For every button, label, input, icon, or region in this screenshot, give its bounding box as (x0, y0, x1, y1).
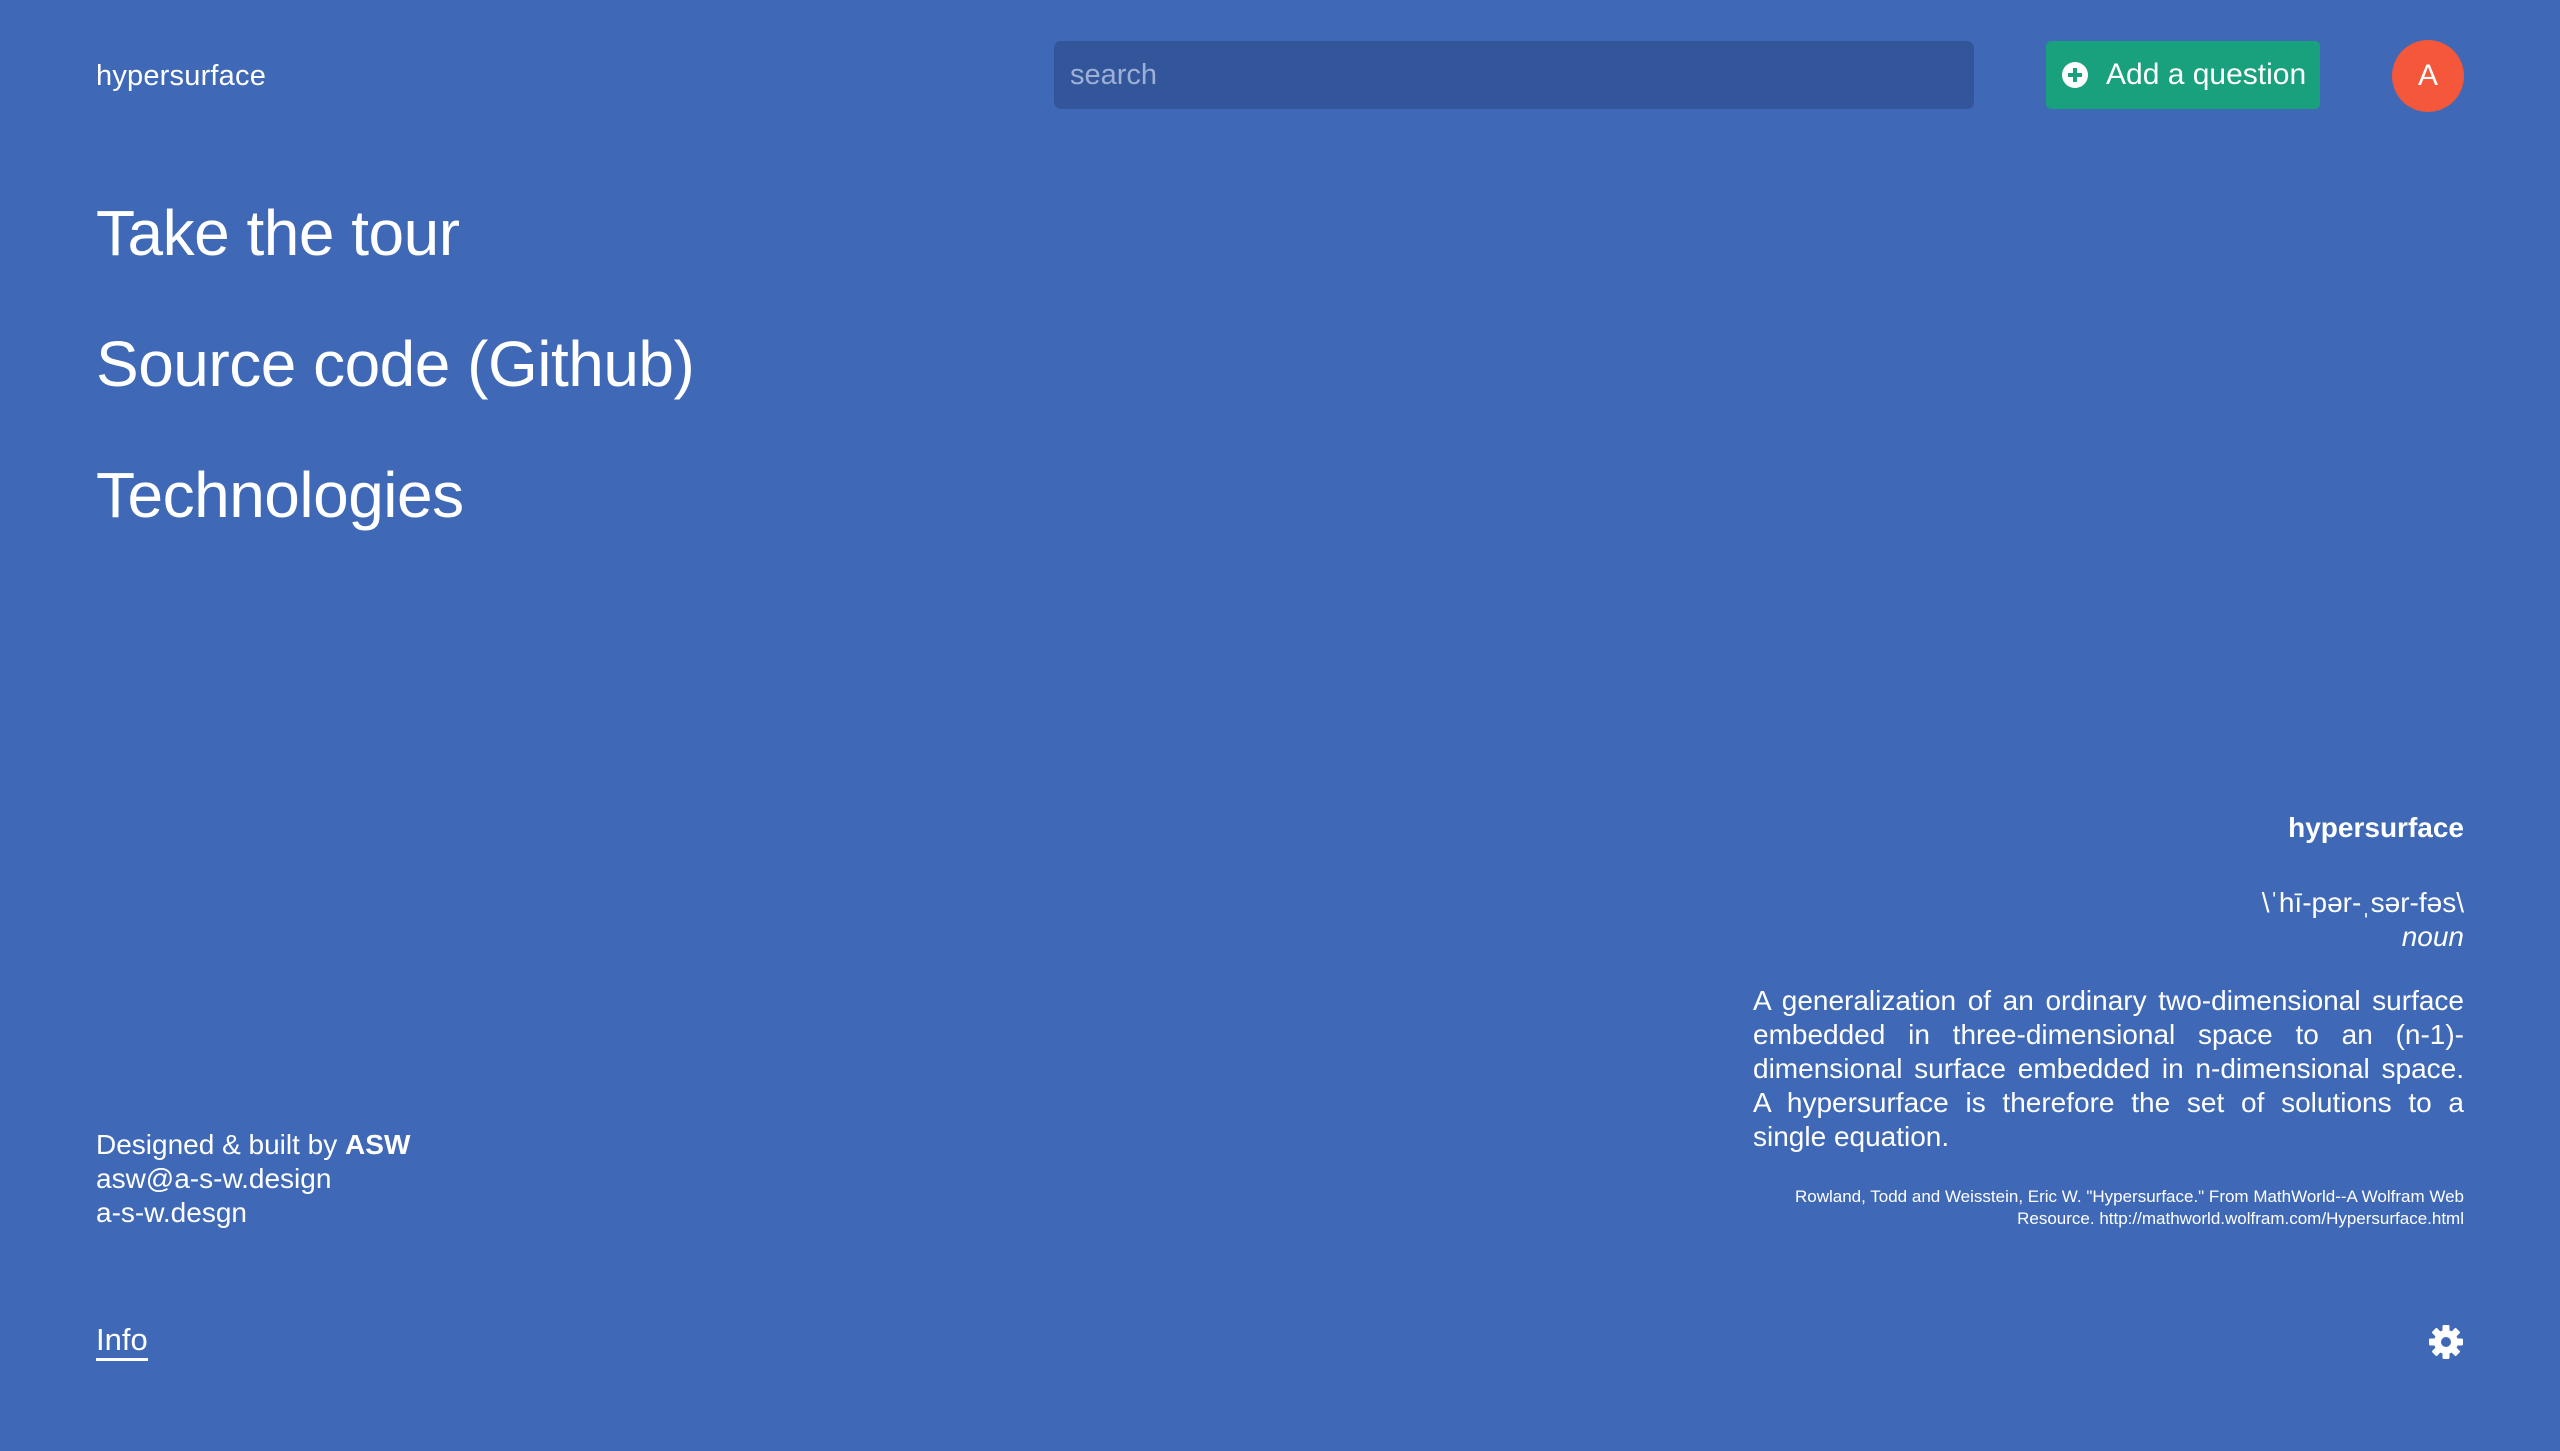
definition-citation: Rowland, Todd and Weisstein, Eric W. "Hy… (1794, 1187, 2464, 1228)
nav-link-technologies[interactable]: Technologies (96, 458, 464, 532)
avatar[interactable]: A (2392, 40, 2464, 112)
credits-prefix: Designed & built by (96, 1129, 346, 1160)
nav-link-source-code[interactable]: Source code (Github) (96, 327, 695, 401)
definition-text: A generalization of an ordinary two-dime… (1753, 985, 2464, 1152)
nav-link-tour[interactable]: Take the tour (96, 196, 460, 270)
credits-name: ASW (345, 1129, 411, 1160)
definition-panel: hypersurface \ˈhī-pər-ˌsər-fəs\ noun A g… (1753, 812, 2464, 1230)
gear-icon (2429, 1325, 2463, 1359)
info-link[interactable]: Info (96, 1322, 148, 1361)
add-question-button[interactable]: Add a question (2046, 41, 2320, 109)
settings-button[interactable] (2428, 1324, 2464, 1360)
search-bar[interactable] (1054, 41, 1974, 109)
credits-site-link[interactable]: a-s-w.desgn (96, 1197, 247, 1228)
add-question-label: Add a question (2106, 58, 2307, 91)
definition-pronunciation: \ˈhī-pər-ˌsər-fəs\ (2261, 887, 2464, 918)
search-input[interactable] (1070, 58, 1974, 92)
credits: Designed & built by ASW asw@a-s-w.design… (96, 1128, 410, 1230)
definition-part-of-speech: noun (2401, 921, 2464, 952)
brand-logo[interactable]: hypersurface (96, 60, 266, 93)
definition-term: hypersurface (2288, 812, 2464, 843)
plus-circle-icon (2062, 62, 2088, 88)
credits-line: Designed & built by ASW (96, 1128, 410, 1162)
credits-email-link[interactable]: asw@a-s-w.design (96, 1163, 331, 1194)
